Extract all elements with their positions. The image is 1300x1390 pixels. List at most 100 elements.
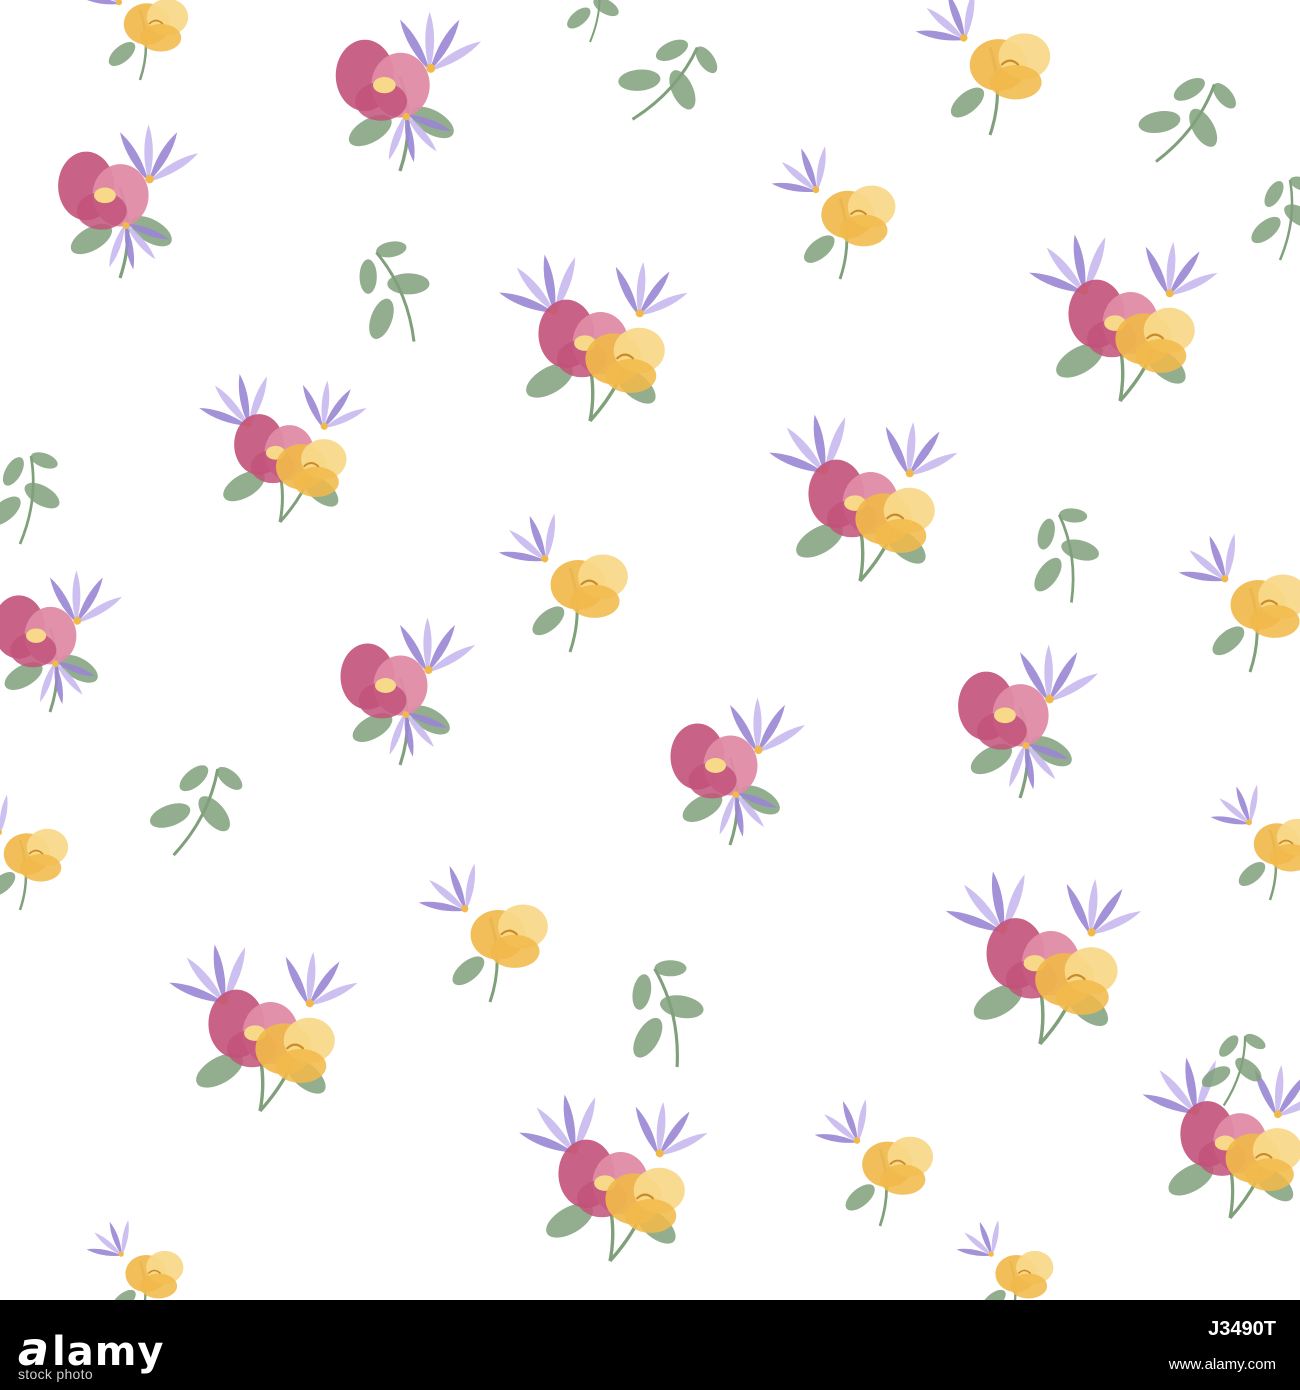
- yellow-petal: [275, 1048, 327, 1083]
- leaf: [1173, 77, 1205, 101]
- yellow-petal: [489, 934, 540, 968]
- leaf-sprig: [567, 0, 619, 43]
- leaf: [2, 457, 24, 486]
- bouquet-yellow-purple: [86, 1220, 184, 1300]
- leaf: [655, 39, 689, 62]
- leaf-sprig: [1138, 77, 1236, 163]
- leaf: [633, 1017, 663, 1058]
- leaf: [24, 482, 60, 509]
- bouquet: [169, 944, 358, 1113]
- leaf: [567, 7, 591, 29]
- flower-center: [26, 628, 47, 643]
- yellow-petal: [989, 65, 1042, 100]
- leaf: [216, 766, 243, 790]
- bouquet-pink-purple: [340, 617, 476, 766]
- bouquet-yellow-purple: [915, 0, 1051, 136]
- yellow-petal: [625, 1198, 677, 1233]
- leaf: [369, 298, 394, 339]
- leaf: [198, 796, 230, 832]
- yellow-petal: [569, 584, 620, 618]
- yellow-petal: [19, 854, 62, 882]
- leaf: [387, 273, 430, 295]
- leaf: [1264, 181, 1284, 207]
- floral-pattern-svg: [0, 0, 1300, 1300]
- yellow-petal: [605, 358, 657, 393]
- yellow-petal: [139, 1273, 178, 1299]
- bouquet: [945, 871, 1142, 1046]
- leaf: [1251, 216, 1281, 244]
- image-id: J3490T: [1208, 1318, 1276, 1340]
- bouquet: [199, 374, 367, 524]
- leaf: [452, 956, 485, 986]
- bouquet-pink-purple: [335, 11, 482, 172]
- leaf: [1034, 557, 1062, 592]
- leaf-sprig: [1251, 176, 1300, 261]
- leaf: [1238, 862, 1266, 886]
- leaf: [1061, 539, 1099, 561]
- bouquet: [769, 414, 958, 583]
- leaf-sprig: [1034, 508, 1099, 603]
- flower-center: [994, 707, 1016, 724]
- leaf: [532, 606, 565, 636]
- leaf: [1212, 626, 1245, 656]
- leaf-sprig: [0, 452, 60, 545]
- leaf: [632, 974, 652, 1010]
- bouquet: [519, 1094, 708, 1263]
- leaf: [1138, 110, 1181, 134]
- flower-center: [373, 77, 396, 94]
- bouquet-pink-purple: [0, 570, 123, 713]
- leaf: [593, 0, 619, 17]
- flower-center: [94, 187, 116, 204]
- bouquet-pink-purple: [58, 124, 199, 279]
- bouquet-yellow-purple: [814, 1099, 934, 1227]
- leaf-sprig: [149, 765, 243, 857]
- leaf: [804, 235, 835, 263]
- yellow-petal: [1244, 1158, 1294, 1191]
- leaf: [618, 69, 661, 91]
- flower-center: [375, 678, 396, 693]
- leaf-sprig: [1201, 1033, 1266, 1107]
- yellow-petal: [139, 24, 182, 52]
- leaf: [359, 259, 377, 294]
- yellow-petal: [1009, 1273, 1048, 1299]
- leaf: [179, 765, 209, 792]
- leaf: [1244, 1033, 1266, 1050]
- bouquet-yellow-purple: [771, 146, 896, 280]
- leaf-sprig: [618, 39, 718, 121]
- flower-center: [705, 758, 726, 773]
- leaf: [950, 87, 985, 118]
- leaf: [660, 995, 704, 1019]
- yellow-petal: [1249, 604, 1300, 638]
- yellow-petal: [875, 518, 927, 553]
- yellow-petal: [879, 1164, 926, 1195]
- leaf: [149, 803, 191, 828]
- bouquet: [499, 254, 688, 423]
- bouquet-pink-purple: [958, 644, 1099, 799]
- bouquet-yellow-purple: [418, 863, 548, 1003]
- leaf: [654, 960, 687, 977]
- bouquet-yellow-purple: [80, 0, 189, 81]
- leaf-sprig: [359, 241, 430, 342]
- floral-pattern: [0, 0, 1300, 1300]
- leaf: [1219, 1035, 1239, 1057]
- bouquet-yellow-purple: [956, 1220, 1054, 1300]
- leaf: [574, 0, 595, 2]
- leaf: [108, 42, 136, 66]
- leaf: [0, 872, 16, 896]
- bouquet-yellow-purple: [498, 513, 628, 653]
- leaf-sprig: [632, 960, 704, 1068]
- bouquet-yellow-purple: [1178, 533, 1300, 673]
- leaf: [1037, 518, 1055, 550]
- bouquet-pink-purple: [670, 697, 806, 846]
- purple-petal: [0, 794, 8, 834]
- yellow-petal: [1135, 338, 1187, 373]
- watermark-footer: alamy stock photo J3490T www.alamy.com: [0, 1300, 1300, 1390]
- bouquet-yellow-purple: [1210, 784, 1300, 901]
- bouquet: [1029, 234, 1218, 403]
- leaf: [845, 1184, 875, 1211]
- yellow-petal: [293, 466, 339, 498]
- stock-photo-label: stock photo: [18, 1366, 93, 1382]
- bouquet-yellow-purple: [0, 794, 69, 911]
- leaf: [0, 496, 21, 526]
- yellow-petal: [1055, 979, 1109, 1015]
